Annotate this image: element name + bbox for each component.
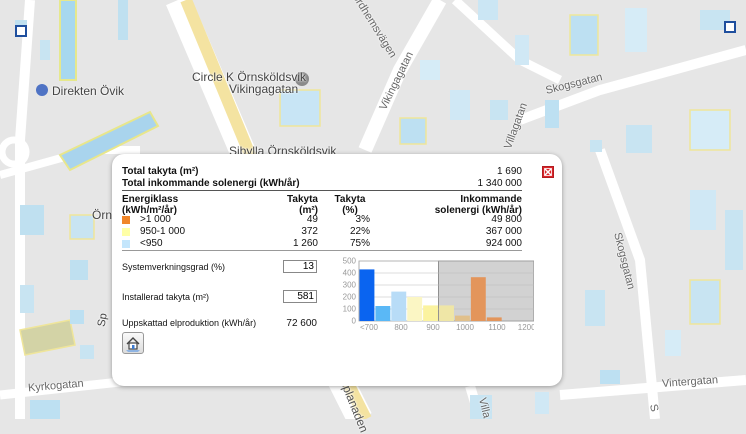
energy-histogram-chart: 5004003002001000<700800900100011001200+ <box>343 257 534 332</box>
x-tick-label: 800 <box>394 323 408 332</box>
poi-circle-k-sub-label[interactable]: Vikingagatan <box>229 82 298 96</box>
bus-stop-marker[interactable] <box>15 25 27 37</box>
pct-cell: 3% <box>355 214 370 225</box>
x-tick-label: <700 <box>360 323 379 332</box>
header-energy-line1: Inkommande <box>460 194 522 205</box>
installed-area-input[interactable] <box>283 290 317 303</box>
shop-poi-marker[interactable] <box>36 84 48 96</box>
energy-class-label: >1 000 <box>140 214 171 225</box>
production-label: Uppskattad elproduktion (kWh/år) <box>122 318 257 328</box>
energy-class-label: 950-1 000 <box>140 226 186 237</box>
pct-cell: 22% <box>349 226 370 237</box>
area-cell: 1 260 <box>292 238 318 249</box>
total-area-label: Total takyta (m²) <box>122 166 199 177</box>
y-tick-label: 400 <box>343 269 357 278</box>
total-energy-value: 1 340 000 <box>477 178 523 189</box>
solar-info-popup: Total takyta (m²) 1 690 Total inkommande… <box>112 154 562 386</box>
energy-class-swatch <box>122 240 130 248</box>
close-icon <box>544 168 552 176</box>
energy-class-label: <950 <box>140 238 163 249</box>
header-area-pct: Takyta (%) <box>330 194 370 216</box>
header-area: Takyta (m²) <box>272 194 318 216</box>
histogram-bar <box>407 297 423 321</box>
house-icon <box>126 337 140 352</box>
x-tick-label: 1000 <box>456 323 474 332</box>
y-tick-label: 300 <box>343 281 357 290</box>
area-cell: 372 <box>301 226 318 237</box>
house-button[interactable] <box>122 332 144 354</box>
area-cell: 49 <box>306 214 318 225</box>
header-energy-class-line1: Energiklass <box>122 194 179 205</box>
energy-class-swatch <box>122 228 130 236</box>
histogram-bar <box>486 317 502 321</box>
energy-cell: 49 800 <box>491 214 522 225</box>
total-area-value: 1 690 <box>496 166 522 177</box>
y-tick-label: 200 <box>343 293 357 302</box>
installed-area-label: Installerad takyta (m²) <box>122 292 210 302</box>
x-tick-label: 1100 <box>488 323 506 332</box>
histogram-bar <box>423 305 439 321</box>
y-tick-label: 500 <box>343 257 357 266</box>
header-area-line1: Takyta <box>287 194 318 205</box>
x-tick-label: 1200+ <box>518 323 534 332</box>
histogram-bar <box>375 306 391 321</box>
total-area-row: Total takyta (m²) 1 690 <box>122 166 522 178</box>
map-label-sp: Sp <box>95 312 110 328</box>
divider <box>122 190 522 191</box>
x-tick-label: 900 <box>426 323 440 332</box>
close-button[interactable] <box>542 166 554 178</box>
header-pct-line1: Takyta <box>334 194 366 205</box>
energy-cell: 924 000 <box>485 238 522 249</box>
histogram-bar <box>470 277 486 321</box>
road-villagatan <box>451 0 563 85</box>
efficiency-label: Systemverkningsgrad (%) <box>122 262 226 272</box>
header-energy-class: Energiklass (kWh/m²/år) <box>122 194 178 216</box>
histogram-bar <box>439 305 454 321</box>
efficiency-input[interactable] <box>283 260 317 273</box>
total-energy-row: Total inkommande solenergi (kWh/år) 1 34… <box>122 178 522 190</box>
production-value: 72 600 <box>286 318 317 329</box>
y-tick-label: 0 <box>352 317 357 326</box>
pct-cell: 75% <box>349 238 370 249</box>
poi-direkten-label[interactable]: Direkten Övik <box>52 84 124 98</box>
total-energy-label: Total inkommande solenergi (kWh/år) <box>122 178 300 189</box>
energy-class-swatch <box>122 216 130 224</box>
divider <box>122 250 522 251</box>
histogram-bar <box>391 291 407 321</box>
y-tick-label: 100 <box>343 305 357 314</box>
histogram-bar <box>359 269 375 321</box>
bus-stop-marker-2[interactable] <box>724 21 736 33</box>
header-energy: Inkommande solenergi (kWh/år) <box>412 194 522 216</box>
histogram-bar <box>454 315 470 321</box>
energy-cell: 367 000 <box>485 226 522 237</box>
